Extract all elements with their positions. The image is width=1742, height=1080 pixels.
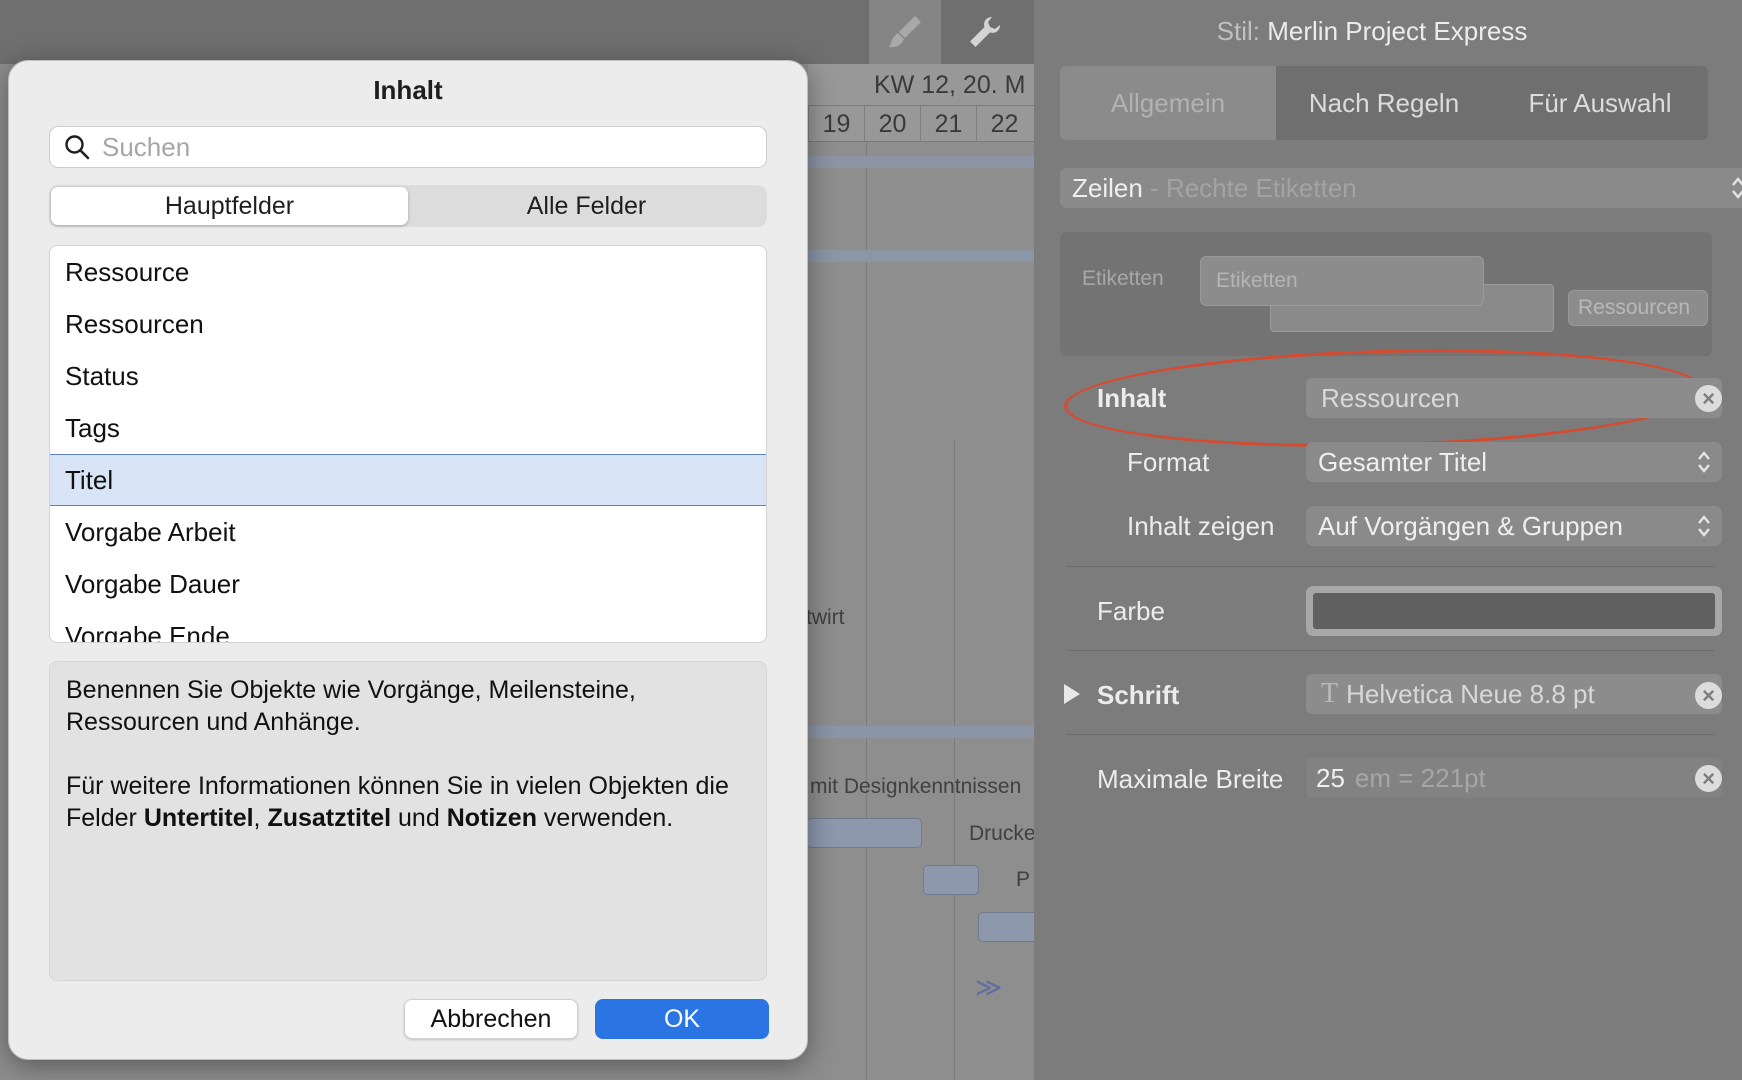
content-field[interactable]: Ressourcen	[1306, 378, 1722, 418]
rows-popup-separator: -	[1142, 172, 1166, 203]
list-item[interactable]: Ressourcen	[50, 298, 766, 350]
content-dialog: Inhalt Hauptfelder Alle Felder Ressource…	[8, 60, 808, 1060]
field-scope-segmented: Hauptfelder Alle Felder	[49, 185, 767, 227]
inspector-panel: Stil: Merlin Project Express Allgemein N…	[1034, 0, 1742, 1080]
divider	[1066, 650, 1714, 651]
search-icon	[65, 135, 90, 160]
labels-chip-ressourcen[interactable]: Ressourcen	[1568, 290, 1708, 326]
labels-title: Etiketten	[1082, 267, 1164, 290]
max-width-unit: em = 221pt	[1354, 762, 1486, 793]
show-content-popup[interactable]: Auf Vorgängen & Gruppen	[1306, 506, 1722, 546]
ok-button[interactable]: OK	[595, 999, 769, 1039]
show-content-value: Auf Vorgängen & Gruppen	[1318, 510, 1624, 541]
list-item[interactable]: Status	[50, 350, 766, 402]
tab-allgemein[interactable]: Allgemein	[1060, 66, 1276, 140]
font-field[interactable]: T Helvetica Neue 8.8 pt	[1306, 674, 1722, 714]
max-width-value: 25	[1316, 762, 1345, 793]
summary-bar	[808, 726, 1034, 738]
up-down-chevron-icon	[1698, 451, 1710, 473]
style-prefix: Stil:	[1216, 16, 1261, 46]
divider	[1066, 566, 1714, 567]
summary-bar	[808, 250, 1034, 262]
search-box[interactable]	[49, 126, 767, 168]
divider	[1066, 734, 1714, 735]
description-bold: Notizen	[446, 804, 537, 832]
tab-fuer-auswahl[interactable]: Für Auswahl	[1492, 66, 1708, 140]
max-width-combo[interactable]: 25 em = 221pt	[1306, 758, 1722, 798]
task-bar[interactable]	[806, 818, 922, 848]
description-text: und	[391, 804, 447, 832]
description-paragraph: Für weitere Informationen können Sie in …	[66, 770, 750, 834]
rows-popup[interactable]: Zeilen - Rechte Etiketten	[1060, 168, 1742, 208]
task-label: P	[1016, 868, 1031, 891]
content-label: Inhalt	[1097, 383, 1167, 413]
search-input[interactable]	[102, 131, 742, 163]
description-paragraph: Benennen Sie Objekte wie Vorgänge, Meile…	[66, 676, 636, 736]
day-label: 19	[808, 106, 864, 141]
tab-nach-regeln[interactable]: Nach Regeln	[1276, 66, 1492, 140]
font-value: Helvetica Neue 8.8 pt	[1346, 678, 1595, 709]
font-label: Schrift	[1097, 680, 1180, 710]
more-indicator: ≫	[975, 972, 1003, 1002]
disclosure-triangle-icon[interactable]	[1062, 682, 1082, 706]
style-name: Merlin Project Express	[1267, 16, 1528, 46]
description-text: ,	[253, 804, 268, 832]
color-label: Farbe	[1097, 596, 1165, 626]
color-well[interactable]	[1306, 586, 1722, 636]
list-item[interactable]: Vorgabe Dauer	[50, 558, 766, 610]
list-item[interactable]: Tags	[50, 402, 766, 454]
up-down-chevron-icon	[1732, 177, 1742, 199]
task-bar[interactable]	[978, 912, 1034, 942]
tab-alle-felder[interactable]: Alle Felder	[408, 187, 765, 225]
format-label: Format	[1127, 447, 1210, 477]
style-title: Stil: Merlin Project Express	[1034, 16, 1710, 47]
task-bar[interactable]	[923, 865, 979, 895]
format-popup-value: Gesamter Titel	[1318, 446, 1488, 477]
wrench-icon	[970, 17, 1000, 47]
paintbrush-icon	[889, 16, 921, 48]
grid-line	[954, 440, 955, 1080]
task-label: Drucke	[969, 822, 1034, 845]
font-t-icon: T	[1321, 678, 1339, 709]
day-header: 19 20 21 22	[808, 106, 1034, 142]
grid-line	[866, 142, 867, 1080]
task-label: twirt	[806, 606, 845, 629]
format-popup[interactable]: Gesamter Titel	[1306, 442, 1722, 482]
up-down-chevron-icon	[1698, 515, 1710, 537]
list-item[interactable]: Vorgabe Arbeit	[50, 506, 766, 558]
day-label: 20	[864, 106, 920, 141]
task-label: mit Designkenntnissen	[810, 775, 1022, 798]
day-label: 22	[976, 106, 1032, 141]
description-bold: Untertitel	[143, 804, 254, 832]
clear-font-icon[interactable]: ×	[1695, 682, 1722, 709]
field-list[interactable]: Ressource Ressourcen Status Tags Titel V…	[49, 245, 767, 643]
show-content-label: Inhalt zeigen	[1127, 511, 1275, 541]
description-text: verwenden.	[536, 804, 674, 832]
rows-popup-main: Zeilen	[1072, 172, 1143, 203]
toolbar	[0, 0, 1034, 64]
field-description: Benennen Sie Objekte wie Vorgänge, Meile…	[49, 661, 767, 981]
list-item[interactable]: Ressource	[50, 246, 766, 298]
rows-popup-sub: Rechte Etiketten	[1165, 172, 1357, 203]
description-bold: Zusatztitel	[267, 804, 392, 832]
labels-preview-box: Etiketten Etiketten Ressourcen	[1060, 232, 1712, 356]
list-item[interactable]: Vorgabe Ende	[50, 610, 766, 643]
color-swatch	[1313, 593, 1715, 629]
style-brush-button[interactable]	[869, 0, 941, 64]
cancel-button[interactable]: Abbrechen	[404, 999, 578, 1039]
clear-content-icon[interactable]: ×	[1695, 385, 1722, 412]
clear-max-width-icon[interactable]: ×	[1695, 765, 1722, 792]
labels-field[interactable]: Etiketten	[1200, 256, 1484, 306]
summary-bar	[808, 156, 1034, 168]
dialog-title: Inhalt	[373, 75, 443, 105]
settings-wrench-button[interactable]	[949, 0, 1021, 64]
day-label: 21	[920, 106, 976, 141]
tab-hauptfelder[interactable]: Hauptfelder	[51, 187, 408, 225]
max-width-label: Maximale Breite	[1097, 764, 1284, 794]
list-item-selected[interactable]: Titel	[50, 454, 766, 506]
week-header: KW 12, 20. M	[808, 64, 1034, 106]
inspector-tabs: Allgemein Nach Regeln Für Auswahl	[1060, 66, 1708, 140]
